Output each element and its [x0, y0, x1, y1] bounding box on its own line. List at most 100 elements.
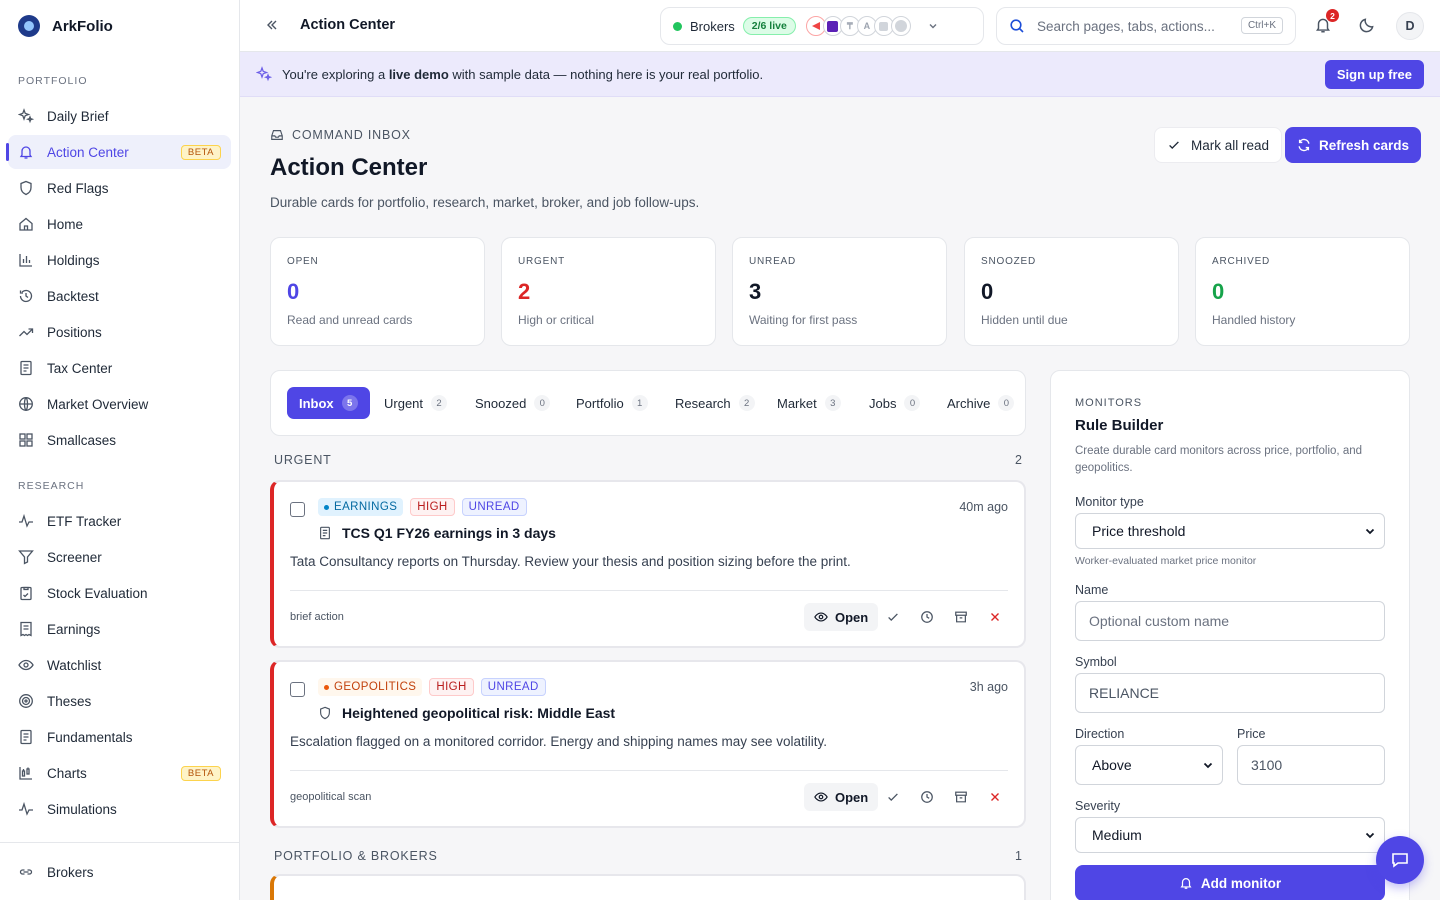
mark-read-check-icon[interactable] — [886, 610, 900, 624]
group-title-portfolio-brokers: PORTFOLIO & BROKERS — [274, 849, 438, 863]
name-input[interactable]: Optional custom name — [1075, 601, 1385, 641]
sidebar-item-holdings[interactable]: Holdings — [8, 243, 231, 277]
tab-portfolio[interactable]: Portfolio 1 — [564, 387, 660, 419]
sidebar-item-label: Earnings — [47, 621, 101, 637]
app-name: ArkFolio — [52, 17, 113, 35]
card-select-checkbox[interactable] — [290, 502, 305, 517]
tab-count: 5 — [341, 395, 358, 411]
sidebar-item-earnings[interactable]: Earnings — [8, 612, 231, 646]
stat-card-snoozed: SNOOZED 0 Hidden until due — [964, 237, 1179, 346]
group-count: 2 — [1015, 453, 1022, 467]
monitor-type-label: Monitor type — [1075, 495, 1144, 509]
main-content: COMMAND INBOX Action Center Durable card… — [240, 97, 1440, 900]
sidebar-item-theses[interactable]: Theses — [8, 684, 231, 718]
status-badge: UNREAD — [461, 498, 527, 516]
category-badge: EARNINGS — [318, 498, 404, 516]
page-heading: Action Center — [270, 154, 428, 181]
sidebar-item-home[interactable]: Home — [8, 207, 231, 241]
document-icon — [17, 728, 35, 746]
sidebar-item-positions[interactable]: Positions — [8, 315, 231, 349]
dismiss-close-icon[interactable] — [988, 610, 1002, 624]
collapse-sidebar-icon[interactable] — [264, 17, 280, 33]
symbol-label: Symbol — [1075, 655, 1117, 669]
open-card-button[interactable]: Open — [804, 783, 879, 811]
sign-up-button[interactable]: Sign up free — [1324, 60, 1424, 89]
stat-card-urgent: URGENT 2 High or critical — [501, 237, 716, 346]
bell-plus-icon — [1179, 876, 1193, 890]
sidebar-item-label: Market Overview — [47, 396, 149, 412]
rule-builder-title: Rule Builder — [1075, 417, 1164, 434]
sidebar-item-brokers[interactable]: Brokers — [8, 855, 231, 889]
receipt-icon — [17, 620, 35, 638]
theme-toggle-moon-icon[interactable] — [1358, 16, 1376, 34]
sidebar-item-label: Theses — [47, 693, 92, 709]
symbol-input[interactable]: RELIANCE — [1075, 673, 1385, 713]
archive-icon[interactable] — [954, 610, 968, 624]
brand[interactable]: ArkFolio — [0, 0, 239, 52]
avatar[interactable]: D — [1396, 12, 1424, 40]
action-card[interactable]: GEOPOLITICS HIGH UNREAD 3h ago Heightene… — [270, 660, 1026, 828]
sidebar-item-etf-tracker[interactable]: ETF Tracker — [8, 504, 231, 538]
eye-icon — [17, 656, 35, 674]
sidebar-item-red-flags[interactable]: Red Flags — [8, 171, 231, 205]
action-card[interactable]: EARNINGS HIGH UNREAD 40m ago TCS Q1 FY26… — [270, 480, 1026, 648]
sidebar-footer: Brokers — [0, 842, 239, 900]
card-select-checkbox[interactable] — [290, 682, 305, 697]
add-monitor-button[interactable]: Add monitor — [1075, 865, 1385, 900]
action-card-partial[interactable] — [270, 874, 1026, 900]
tab-snoozed[interactable]: Snoozed 0 — [463, 387, 562, 419]
stat-value: 2 — [518, 279, 531, 304]
sidebar-item-label: Brokers — [47, 864, 94, 880]
sidebar-item-market-overview[interactable]: Market Overview — [8, 387, 231, 421]
sidebar-item-label: Simulations — [47, 801, 117, 817]
sidebar: ArkFolio PORTFOLIO Daily Brief Action Ce… — [0, 0, 240, 900]
beta-badge: BETA — [180, 766, 221, 781]
snooze-clock-icon[interactable] — [920, 790, 934, 804]
sidebar-item-screener[interactable]: Screener — [8, 540, 231, 574]
archive-icon[interactable] — [954, 790, 968, 804]
tab-market[interactable]: Market 3 — [765, 387, 853, 419]
search-input[interactable]: Search pages, tabs, actions... Ctrl+K — [996, 7, 1296, 45]
mark-read-check-icon[interactable] — [886, 790, 900, 804]
brokers-status[interactable]: Brokers 2/6 live ₸ A — [660, 7, 984, 45]
brokers-label: Brokers — [690, 18, 735, 34]
tab-inbox[interactable]: Inbox 5 — [287, 387, 370, 419]
sidebar-item-daily-brief[interactable]: Daily Brief — [8, 99, 231, 133]
sidebar-item-watchlist[interactable]: Watchlist — [8, 648, 231, 682]
search-icon — [1009, 18, 1025, 34]
dismiss-close-icon[interactable] — [988, 790, 1002, 804]
tab-urgent[interactable]: Urgent 2 — [372, 387, 459, 419]
chat-button[interactable] — [1376, 836, 1424, 884]
sidebar-item-tax-center[interactable]: Tax Center — [8, 351, 231, 385]
sidebar-item-label: Watchlist — [47, 657, 102, 673]
sidebar-item-stock-evaluation[interactable]: Stock Evaluation — [8, 576, 231, 610]
chevron-down-icon[interactable] — [927, 20, 939, 32]
sidebar-item-smallcases[interactable]: Smallcases — [8, 423, 231, 457]
target-icon — [17, 692, 35, 710]
tab-count: 0 — [998, 395, 1015, 411]
monitor-type-select[interactable]: Price threshold — [1075, 513, 1385, 549]
stat-desc: Handled history — [1212, 313, 1296, 327]
sidebar-item-fundamentals[interactable]: Fundamentals — [8, 720, 231, 754]
section-title-research: RESEARCH — [18, 480, 85, 492]
tab-research[interactable]: Research 2 — [663, 387, 767, 419]
sidebar-item-simulations[interactable]: Simulations — [8, 792, 231, 826]
price-input[interactable]: 3100 — [1237, 745, 1385, 785]
tab-jobs[interactable]: Jobs 0 — [857, 387, 932, 419]
snooze-clock-icon[interactable] — [920, 610, 934, 624]
sidebar-item-label: Holdings — [47, 252, 100, 268]
rule-builder-panel: MONITORS Rule Builder Create durable car… — [1050, 370, 1410, 900]
direction-select[interactable]: Above — [1075, 745, 1223, 785]
open-card-button[interactable]: Open — [804, 603, 879, 631]
card-source: geopolitical scan — [290, 791, 372, 803]
refresh-cards-button[interactable]: Refresh cards — [1285, 127, 1422, 163]
broker-logos: ₸ A — [804, 16, 911, 36]
sidebar-item-charts[interactable]: Charts BETA — [8, 756, 231, 790]
mark-all-read-button[interactable]: Mark all read — [1154, 127, 1283, 163]
shield-icon — [318, 706, 332, 720]
tab-archive[interactable]: Archive 0 — [935, 387, 1026, 419]
check-icon — [1167, 138, 1181, 152]
sidebar-item-backtest[interactable]: Backtest — [8, 279, 231, 313]
severity-select[interactable]: Medium — [1075, 817, 1385, 853]
sidebar-item-action-center[interactable]: Action Center BETA — [6, 135, 231, 169]
